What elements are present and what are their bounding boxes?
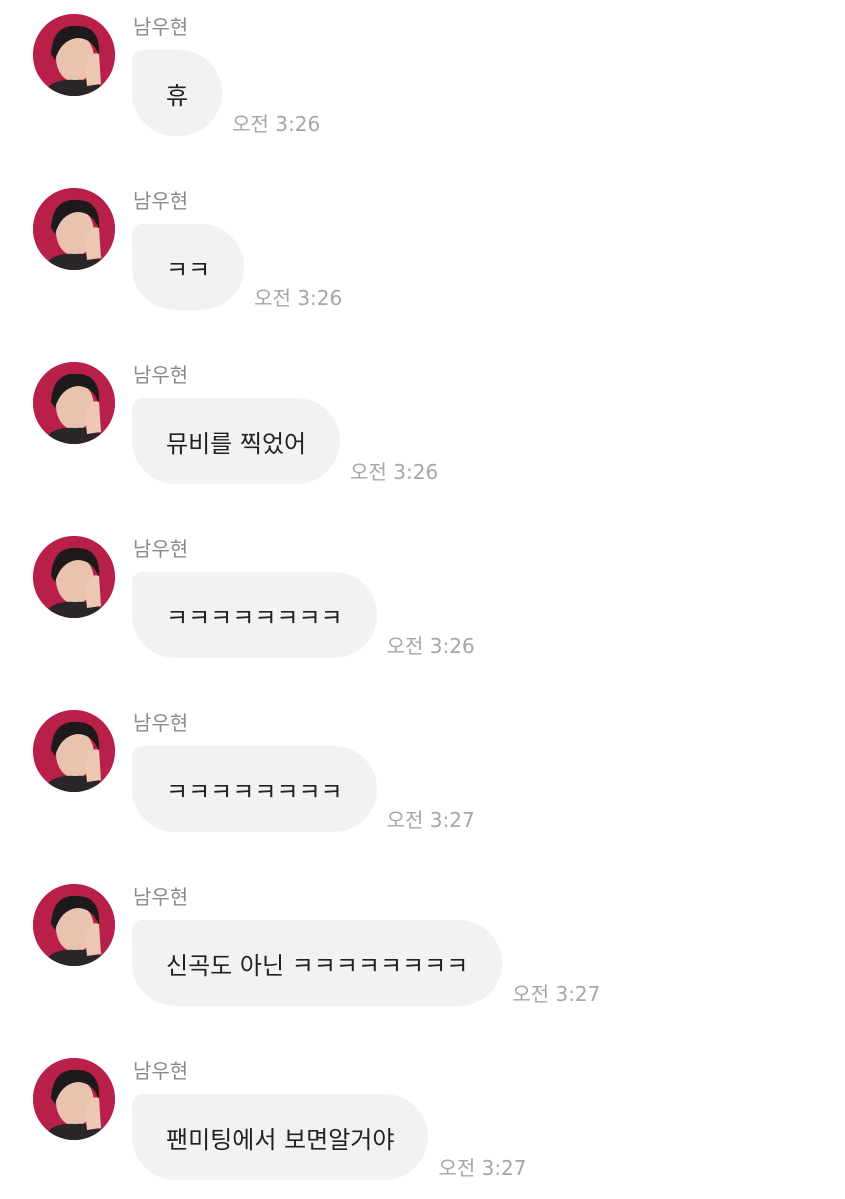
message-row: ㅋㅋㅋㅋㅋㅋㅋㅋ 오전 3:27 <box>132 746 475 832</box>
message-row: 휴 오전 3:26 <box>132 50 320 136</box>
message-timestamp: 오전 3:26 <box>386 634 475 658</box>
message-row: ㅋㅋㅋㅋㅋㅋㅋㅋ 오전 3:26 <box>132 572 475 658</box>
profile-photo-icon[interactable] <box>33 1058 115 1140</box>
message-bubble[interactable]: ㅋㅋㅋㅋㅋㅋㅋㅋ <box>132 572 377 658</box>
profile-photo-icon[interactable] <box>33 710 115 792</box>
message-item: 남우현 뮤비를 찍었어 오전 3:26 <box>0 348 845 488</box>
message-item: 남우현 ㅋㅋㅋㅋㅋㅋㅋㅋ 오전 3:27 <box>0 696 845 836</box>
message-bubble[interactable]: 신곡도 아닌 ㅋㅋㅋㅋㅋㅋㅋㅋ <box>132 920 503 1006</box>
message-timestamp: 오전 3:26 <box>350 460 439 484</box>
chat-message-list[interactable]: 남우현 휴 오전 3:26 남우현 ㅋㅋ 오전 3:26 남우현 뮤비를 찍었어… <box>0 0 845 1199</box>
sender-name: 남우현 <box>133 363 189 387</box>
message-timestamp: 오전 3:27 <box>386 808 475 832</box>
sender-name: 남우현 <box>133 15 189 39</box>
message-item: 남우현 ㅋㅋ 오전 3:26 <box>0 174 845 314</box>
message-row: 뮤비를 찍었어 오전 3:26 <box>132 398 438 484</box>
profile-photo-icon[interactable] <box>33 188 115 270</box>
sender-name: 남우현 <box>133 537 189 561</box>
message-bubble[interactable]: 팬미팅에서 보면알거야 <box>132 1094 429 1180</box>
message-row: 팬미팅에서 보면알거야 오전 3:27 <box>132 1094 527 1180</box>
profile-photo-icon[interactable] <box>33 536 115 618</box>
sender-name: 남우현 <box>133 189 189 213</box>
message-timestamp: 오전 3:27 <box>438 1156 527 1180</box>
message-item: 남우현 ㅋㅋㅋㅋㅋㅋㅋㅋ 오전 3:26 <box>0 522 845 662</box>
message-row: ㅋㅋ 오전 3:26 <box>132 224 342 310</box>
sender-name: 남우현 <box>133 711 189 735</box>
message-bubble[interactable]: ㅋㅋㅋㅋㅋㅋㅋㅋ <box>132 746 377 832</box>
message-timestamp: 오전 3:27 <box>512 982 601 1006</box>
profile-photo-icon[interactable] <box>33 14 115 96</box>
message-bubble[interactable]: ㅋㅋ <box>132 224 245 310</box>
sender-name: 남우현 <box>133 1059 189 1083</box>
profile-photo-icon[interactable] <box>33 362 115 444</box>
profile-photo-icon[interactable] <box>33 884 115 966</box>
sender-name: 남우현 <box>133 885 189 909</box>
message-bubble[interactable]: 휴 <box>132 50 223 136</box>
message-item: 남우현 신곡도 아닌 ㅋㅋㅋㅋㅋㅋㅋㅋ 오전 3:27 <box>0 870 845 1010</box>
message-timestamp: 오전 3:26 <box>254 286 343 310</box>
message-row: 신곡도 아닌 ㅋㅋㅋㅋㅋㅋㅋㅋ 오전 3:27 <box>132 920 600 1006</box>
message-item: 남우현 휴 오전 3:26 <box>0 0 845 140</box>
message-timestamp: 오전 3:26 <box>232 112 321 136</box>
message-item: 남우현 팬미팅에서 보면알거야 오전 3:27 <box>0 1044 845 1184</box>
message-bubble[interactable]: 뮤비를 찍었어 <box>132 398 341 484</box>
